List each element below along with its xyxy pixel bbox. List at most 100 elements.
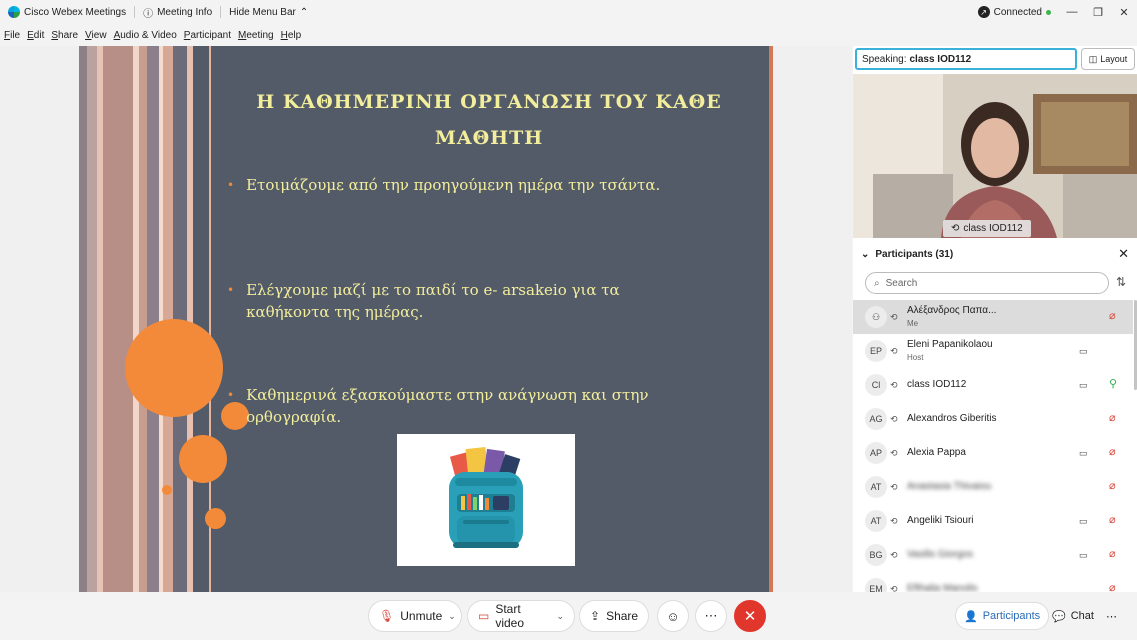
close-window-button[interactable]: ✕ <box>1111 0 1137 24</box>
speaker-video-frame <box>853 74 1137 238</box>
menu-audio-video[interactable]: Audio & Video <box>110 30 180 41</box>
backpack-image <box>397 434 575 566</box>
bullet-text: Καθημερινά εξασκούμαστε στην ανάγνωση κα… <box>246 386 649 426</box>
participant-row[interactable]: AG ⟲ Alexandros Giberitis ⌀ <box>853 402 1133 436</box>
start-video-button[interactable]: ▭ Start video ⌄ <box>467 600 575 632</box>
menu-file[interactable]: File <box>0 30 23 41</box>
participant-name: Anastasia Thivaiou <box>907 481 992 492</box>
more-panels-button[interactable]: ⋯ <box>1098 602 1125 630</box>
mic-muted-icon[interactable]: ⌀ <box>1109 479 1116 492</box>
mic-muted-icon[interactable]: ⌀ <box>1109 445 1116 458</box>
close-icon[interactable]: ✕ <box>1118 246 1129 262</box>
audio-connected-icon: ⟲ <box>890 583 898 593</box>
reactions-button[interactable]: ☺ <box>657 600 689 632</box>
bullet-text: Ελέγχουμε μαζί με το παιδί το e- arsakei… <box>246 281 620 321</box>
search-icon: ⌕ <box>874 277 880 289</box>
share-button[interactable]: ⇪ Share <box>579 600 649 632</box>
meeting-info-label: Meeting Info <box>157 6 213 18</box>
participant-row[interactable]: AP ⟲ Alexia Pappa ▭ ⌀ <box>853 436 1133 470</box>
avatar: EM <box>865 578 887 592</box>
menu-share[interactable]: Share <box>47 30 81 41</box>
participant-row[interactable]: EM ⟲ Efthalia Manolis ⌀ <box>853 572 1133 592</box>
slide-title: Η ΚΑΘΗΜΕΡΙΝΗ ΟΡΓΑΝΩΣΗ ΤΟΥ ΚΑΘΕ ΜΑΘΗΤΗ <box>256 91 722 149</box>
audio-connected-icon: ⟲ <box>890 345 898 356</box>
layout-button[interactable]: ◫ Layout <box>1081 48 1135 70</box>
participant-row[interactable]: Cl ⟲ class IOD112 ▭ ⚲ <box>853 368 1133 402</box>
mic-active-icon[interactable]: ⚲ <box>1109 377 1117 390</box>
bullet-dot-icon: • <box>227 283 235 297</box>
participant-name: Alexandros Giberitis <box>907 413 997 424</box>
video-camera-icon: ▭ <box>1079 448 1088 458</box>
menu-participant[interactable]: Participant <box>180 30 234 41</box>
backpack-icon <box>449 447 523 548</box>
participant-search-input[interactable]: ⌕ Search <box>865 272 1109 294</box>
avatar: AP <box>865 442 887 464</box>
menu-meeting[interactable]: Meeting <box>234 30 277 41</box>
participant-row[interactable]: AT ⟲ Angeliki Tsiouri ▭ ⌀ <box>853 504 1133 538</box>
decor-circle <box>162 485 172 495</box>
meeting-info-button[interactable]: ⓘ Meeting Info <box>135 0 220 24</box>
chevron-down-icon[interactable]: ⌄ <box>861 249 869 260</box>
participant-row[interactable]: AT ⟲ Anastasia Thivaiou ⌀ <box>853 470 1133 504</box>
participant-row[interactable]: EP ⟲ Eleni Papanikolaou Host ▭ <box>853 334 1133 368</box>
chevron-up-icon: ⌃ <box>299 6 309 18</box>
participants-button-label: Participants <box>982 610 1041 622</box>
minimize-button[interactable]: — <box>1059 0 1085 24</box>
chevron-down-icon[interactable]: ⌄ <box>556 611 564 622</box>
audio-connected-icon: ⟲ <box>890 481 898 492</box>
sort-icon[interactable]: ⇅ <box>1116 275 1126 289</box>
speaking-label: Speaking: <box>862 53 907 65</box>
bullet-dot-icon: • <box>227 178 235 192</box>
participant-list: ⚇ ⟲ Αλέξανδρος Παπα... Me ⌀ EP ⟲ Eleni Papaniko… <box>853 300 1133 592</box>
mic-muted-icon[interactable]: ⌀ <box>1109 309 1116 322</box>
hide-menu-bar-button[interactable]: Hide Menu Bar ⌃ <box>221 0 316 24</box>
participant-name: Vasilis Giorgos <box>907 549 973 560</box>
slide-stripes <box>79 46 209 592</box>
hide-menu-label: Hide Menu Bar <box>229 6 296 18</box>
avatar: EP <box>865 340 887 362</box>
participant-row[interactable]: ⚇ ⟲ Αλέξανδρος Παπα... Me ⌀ <box>853 300 1133 334</box>
participant-name: Angeliki Tsiouri <box>907 515 974 526</box>
bullet-text: Ετοιμάζουμε από την προηγούμενη ημέρα τη… <box>246 176 661 194</box>
mic-muted-icon[interactable]: ⌀ <box>1109 513 1116 526</box>
more-options-button[interactable]: ⋯ <box>695 600 727 632</box>
video-name: class IOD112 <box>963 223 1023 234</box>
unmute-button[interactable]: 🎙 Unmute ⌄ <box>368 600 462 632</box>
menu-edit[interactable]: Edit <box>23 30 47 41</box>
video-name-tag: ⟲ class IOD112 <box>943 220 1031 237</box>
audio-connected-icon: ⟲ <box>890 413 898 424</box>
participants-panel-button[interactable]: 👤 Participants <box>955 602 1050 630</box>
slide-bullet: • Ελέγχουμε μαζί με το παιδί το e- arsak… <box>227 279 697 323</box>
menu-view[interactable]: View <box>81 30 110 41</box>
title-bar: Cisco Webex Meetings ⓘ Meeting Info Hide… <box>0 0 1137 24</box>
mic-muted-icon[interactable]: ⌀ <box>1109 547 1116 560</box>
chat-button-label: Chat <box>1070 610 1094 622</box>
share-label: Share <box>606 609 639 623</box>
leave-meeting-button[interactable]: ✕ <box>734 600 766 632</box>
participant-row[interactable]: BG ⟲ Vasilis Giorgos ▭ ⌀ <box>853 538 1133 572</box>
avatar: AT <box>865 510 887 532</box>
video-camera-icon: ▭ <box>1079 550 1088 560</box>
close-icon: ✕ <box>743 608 757 625</box>
decor-circle <box>179 435 227 483</box>
participant-name: Eleni Papanikolaou <box>907 339 993 350</box>
avatar: BG <box>865 544 887 566</box>
video-camera-icon: ▭ <box>1079 346 1088 356</box>
speaking-name: class IOD112 <box>909 53 972 65</box>
video-camera-icon: ▭ <box>1079 380 1088 390</box>
more-icon: ⋯ <box>704 608 718 623</box>
menu-bar: File Edit Share View Audio & Video Parti… <box>0 25 304 45</box>
chat-panel-button[interactable]: 💬 Chat <box>1044 602 1102 630</box>
restore-button[interactable]: ❐ <box>1085 0 1111 24</box>
menu-help[interactable]: Help <box>277 30 305 41</box>
slide-bullet: • Καθημερινά εξασκούμαστε στην ανάγνωση … <box>227 384 697 428</box>
video-off-icon: ▭ <box>478 609 490 623</box>
participant-role: Host <box>907 353 924 362</box>
mic-muted-icon[interactable]: ⌀ <box>1109 581 1116 592</box>
avatar: AT <box>865 476 887 498</box>
video-camera-icon: ▭ <box>1079 516 1088 526</box>
avatar: AG <box>865 408 887 430</box>
connection-status[interactable]: ↗ Connected <box>970 0 1059 24</box>
mic-muted-icon[interactable]: ⌀ <box>1109 411 1116 424</box>
chevron-down-icon[interactable]: ⌄ <box>448 611 456 622</box>
